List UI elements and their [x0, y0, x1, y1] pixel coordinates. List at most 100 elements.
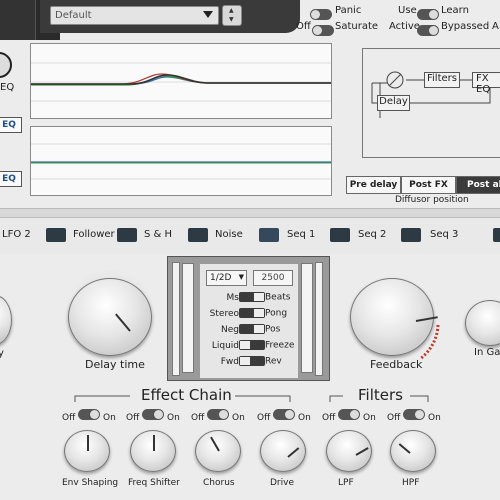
mod-extra-icon[interactable] [493, 228, 500, 242]
meter-scale-right [315, 262, 323, 376]
mod-seq2-label[interactable]: Seq 2 [358, 229, 386, 240]
noise-icon[interactable] [188, 228, 208, 242]
ms-beats-switch[interactable] [239, 292, 265, 302]
hpf-knob[interactable] [390, 430, 436, 472]
switch-liquid-freeze[interactable]: Liquid Freeze [206, 340, 296, 351]
mod-lfo2-label[interactable]: LFO 2 [2, 229, 31, 240]
lpf-toggle[interactable] [338, 409, 361, 420]
env-shaping-knob[interactable] [64, 430, 110, 472]
freq-shifter-switch[interactable]: Off On [126, 409, 180, 423]
freq-off-label: Off [126, 413, 140, 423]
freq-shifter-knob[interactable] [130, 430, 176, 472]
preset-stepper[interactable]: ▲ ▼ [222, 5, 242, 26]
output-meter-right [301, 263, 313, 373]
drive-toggle[interactable] [273, 409, 296, 420]
eq-button-2[interactable]: EQ [0, 171, 22, 187]
seq1-icon[interactable] [259, 228, 279, 242]
switch-freeze-label: Freeze [265, 340, 295, 351]
eq-button-1[interactable]: EQ [0, 117, 22, 133]
cut-label: A [492, 21, 499, 32]
switch-beats-label: Beats [265, 292, 291, 303]
freq-shifter-toggle[interactable] [142, 409, 165, 420]
tab-post-fx[interactable]: Post FX [401, 176, 456, 194]
hpf-off-label: Off [387, 413, 401, 423]
section-brackets [74, 395, 429, 402]
chorus-off-label: Off [191, 413, 205, 423]
env-shaping-switch[interactable]: Off On [62, 409, 116, 423]
freq-shifter-label: Freq Shifter [128, 478, 180, 488]
learn-switch[interactable] [417, 9, 439, 20]
drive-knob[interactable] [260, 430, 306, 472]
delay-block[interactable]: Delay [377, 95, 410, 111]
use-label: Use [398, 5, 417, 16]
in-gain-label: In Gai [474, 347, 500, 358]
chorus-on-label: On [232, 413, 245, 423]
drive-off-label: Off [257, 413, 271, 423]
switch-stereo-pong[interactable]: Stereo Pong [206, 308, 296, 319]
switch-neg-pos[interactable]: Neg Pos [206, 324, 296, 335]
mod-follower-label[interactable]: Follower [73, 229, 115, 240]
saturate-toggle[interactable] [312, 21, 334, 40]
switch-neg-label: Neg [221, 324, 239, 335]
stereo-pong-switch[interactable] [239, 308, 265, 318]
filters-block[interactable]: Filters [424, 72, 460, 88]
lpf-switch[interactable]: Off On [322, 409, 376, 423]
diffusor-position-label: Diffusor position [395, 195, 469, 205]
switch-ms-beats[interactable]: Ms Beats [206, 292, 296, 303]
drive-on-label: On [298, 413, 311, 423]
lpf-on-label: On [363, 413, 376, 423]
fxeq-block[interactable]: FX EQ [472, 72, 500, 95]
mod-seq1-label[interactable]: Seq 1 [287, 229, 315, 240]
eq-graph-bottom[interactable] [30, 126, 332, 196]
saturate-off-label: Off [296, 21, 311, 32]
env-shaping-toggle[interactable] [78, 409, 101, 420]
sh-icon[interactable] [117, 228, 137, 242]
learn-label: Learn [441, 5, 469, 16]
saturate-label: Saturate [335, 21, 379, 32]
tab-pre-delay[interactable]: Pre delay [346, 176, 401, 194]
arrow-down-icon[interactable]: ▼ [229, 16, 234, 23]
meter-scale-left [172, 262, 180, 376]
chevron-down-icon[interactable]: ▼ [239, 273, 244, 281]
neg-pos-switch[interactable] [239, 324, 265, 334]
active-label: Active [389, 21, 420, 32]
mix-knob-icon[interactable] [386, 69, 404, 83]
tab-post-all[interactable]: Post al [456, 176, 500, 194]
follower-icon[interactable] [46, 228, 66, 242]
feedback-knob[interactable] [350, 278, 438, 356]
bypass-switch[interactable] [417, 25, 439, 36]
hpf-toggle[interactable] [403, 409, 426, 420]
liquid-freeze-switch[interactable] [239, 340, 265, 350]
sync-select[interactable]: 1/2D ▼ [206, 270, 247, 286]
fwd-rev-switch[interactable] [239, 356, 265, 366]
mod-sh-label[interactable]: S & H [144, 229, 172, 240]
mod-seq3-label[interactable]: Seq 3 [430, 229, 458, 240]
chorus-toggle[interactable] [207, 409, 230, 420]
filters-title: Filters [358, 386, 403, 404]
lpf-knob[interactable] [326, 430, 372, 472]
effect-chain-title: Effect Chain [141, 386, 232, 404]
arrow-up-icon[interactable]: ▲ [229, 7, 234, 14]
drive-label: Drive [270, 478, 294, 488]
seq2-icon[interactable] [330, 228, 350, 242]
hpf-switch[interactable]: Off On [387, 409, 441, 423]
mod-noise-label[interactable]: Noise [215, 229, 243, 240]
panic-switch[interactable] [310, 9, 332, 20]
chorus-switch[interactable]: Off On [191, 409, 245, 423]
seq3-icon[interactable] [401, 228, 421, 242]
preset-select[interactable]: Default [50, 6, 219, 25]
drive-switch[interactable]: Off On [257, 409, 311, 423]
freq-on-label: On [167, 413, 180, 423]
env-shaping-label: Env Shaping [62, 478, 119, 488]
env-off-label: Off [62, 413, 76, 423]
time-value-field[interactable]: 2500 [253, 270, 293, 286]
chevron-down-icon[interactable] [203, 11, 213, 18]
delay-time-knob[interactable] [68, 278, 152, 356]
chorus-knob[interactable] [195, 430, 241, 472]
switch-stereo-label: Stereo [209, 308, 239, 319]
switch-fwd-rev[interactable]: Fwd Rev [206, 356, 296, 367]
eq-graph-top[interactable] [30, 43, 332, 119]
bypass-toggle[interactable] [417, 21, 439, 40]
saturate-switch[interactable] [312, 25, 334, 36]
chorus-label: Chorus [203, 478, 235, 488]
